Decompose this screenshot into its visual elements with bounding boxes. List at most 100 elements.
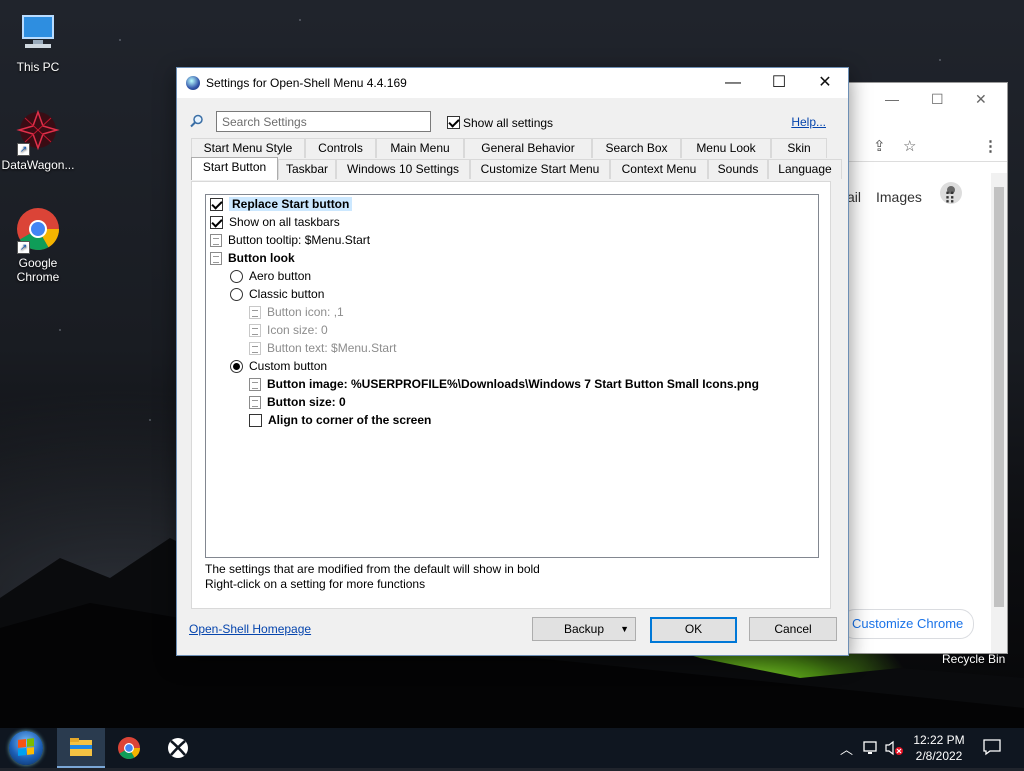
tab-menu-look[interactable]: Menu Look bbox=[681, 138, 771, 158]
tab-context-menu[interactable]: Context Menu bbox=[610, 159, 708, 179]
recycle-bin-label[interactable]: Recycle Bin bbox=[942, 652, 1005, 666]
browser-scrollbar[interactable] bbox=[991, 173, 1007, 653]
clock-time: 12:22 PM bbox=[913, 733, 965, 747]
taskbar-file-explorer[interactable] bbox=[57, 728, 105, 768]
maximize-icon[interactable]: ☐ bbox=[931, 91, 944, 108]
taskbar-xbox[interactable] bbox=[154, 728, 202, 768]
tab-controls[interactable]: Controls bbox=[305, 138, 376, 158]
maximize-button[interactable]: ☐ bbox=[756, 68, 802, 98]
checkbox-icon[interactable] bbox=[249, 414, 262, 428]
show-hidden-icons-chevron-icon[interactable]: ︿ bbox=[840, 739, 853, 758]
document-icon bbox=[210, 252, 222, 266]
chrome-window[interactable]: — ☐ ✕ ⇪ ☆ ⋮ ail Images ⠿ Customize Chrom… bbox=[841, 82, 1008, 654]
folder-icon bbox=[70, 738, 92, 756]
tab-main-menu[interactable]: Main Menu bbox=[376, 138, 464, 158]
datawagon-app-icon: ↗ bbox=[15, 108, 61, 156]
browser-toolbar: ⇪ ☆ ⋮ bbox=[847, 131, 1007, 204]
setting-show-on-all-taskbars[interactable]: Show on all taskbars bbox=[210, 213, 340, 231]
document-icon bbox=[249, 378, 261, 392]
clock-date: 2/8/2022 bbox=[915, 749, 963, 763]
minimize-icon[interactable]: — bbox=[885, 91, 899, 107]
tab-language[interactable]: Language bbox=[768, 159, 842, 179]
computer-icon bbox=[15, 10, 61, 56]
dialog-titlebar[interactable]: Settings for Open-Shell Menu 4.4.169 — ☐… bbox=[177, 68, 848, 98]
checkbox-icon[interactable] bbox=[210, 216, 223, 230]
open-shell-homepage-link[interactable]: Open-Shell Homepage bbox=[189, 622, 311, 636]
dialog-title: Settings for Open-Shell Menu 4.4.169 bbox=[206, 76, 407, 90]
desktop-icon-this-pc[interactable]: This PC bbox=[0, 10, 76, 74]
gmail-link[interactable]: ail bbox=[847, 189, 861, 205]
chrome-icon bbox=[118, 737, 140, 759]
hint-right-click: Right-click on a setting for more functi… bbox=[205, 577, 426, 591]
show-all-settings-checkbox[interactable]: Show all settings bbox=[447, 115, 553, 130]
minimize-button[interactable]: — bbox=[710, 68, 756, 98]
search-settings-input[interactable] bbox=[216, 111, 431, 132]
setting-button-text: Button text: $Menu.Start bbox=[249, 339, 396, 357]
search-icon bbox=[190, 114, 203, 128]
images-link[interactable]: Images bbox=[876, 189, 922, 205]
document-icon bbox=[249, 324, 261, 338]
setting-icon-size: Icon size: 0 bbox=[249, 321, 328, 339]
document-icon bbox=[249, 396, 261, 410]
setting-button-image[interactable]: Button image: %USERPROFILE%\Downloads\Wi… bbox=[249, 375, 759, 393]
tab-sounds[interactable]: Sounds bbox=[708, 159, 768, 179]
taskbar: ︿ 12:22 PM 2/8/2022 bbox=[0, 728, 1024, 768]
document-icon bbox=[249, 306, 261, 320]
checkbox-icon[interactable] bbox=[210, 198, 223, 212]
setting-button-size[interactable]: Button size: 0 bbox=[249, 393, 346, 411]
tab-taskbar[interactable]: Taskbar bbox=[278, 159, 336, 179]
taskbar-chrome[interactable] bbox=[105, 728, 153, 768]
ok-button[interactable]: OK bbox=[650, 617, 737, 643]
desktop-icon-datawagon[interactable]: ↗ DataWagon... bbox=[0, 108, 76, 172]
setting-button-tooltip[interactable]: Button tooltip: $Menu.Start bbox=[210, 231, 370, 249]
settings-tabs: Start Menu Style Controls Main Menu Gene… bbox=[191, 138, 842, 182]
volume-muted-icon[interactable] bbox=[884, 740, 904, 759]
checkbox-icon[interactable] bbox=[447, 116, 460, 130]
tab-start-button[interactable]: Start Button bbox=[191, 157, 278, 180]
settings-tree[interactable]: Replace Start button Show on all taskbar… bbox=[205, 194, 819, 558]
windows-logo-icon bbox=[18, 738, 34, 756]
desktop-icon-label: Google Chrome bbox=[16, 256, 60, 284]
cancel-button[interactable]: Cancel bbox=[749, 617, 837, 641]
setting-align-corner[interactable]: Align to corner of the screen bbox=[249, 411, 431, 429]
scrollbar-thumb[interactable] bbox=[994, 187, 1004, 607]
radio-icon[interactable] bbox=[230, 288, 243, 302]
option-aero-button[interactable]: Aero button bbox=[230, 267, 311, 285]
document-icon bbox=[210, 234, 222, 248]
option-custom-button[interactable]: Custom button bbox=[230, 357, 327, 375]
tab-general-behavior[interactable]: General Behavior bbox=[464, 138, 592, 158]
customize-chrome-button[interactable]: Customize Chrome bbox=[841, 609, 975, 639]
desktop-icon-label: This PC bbox=[16, 60, 60, 74]
desktop-icon-label: DataWagon... bbox=[1, 158, 75, 172]
chrome-icon: ↗ bbox=[15, 206, 61, 254]
document-icon bbox=[249, 342, 261, 356]
tab-windows-10-settings[interactable]: Windows 10 Settings bbox=[336, 159, 470, 179]
hint-bold-settings: The settings that are modified from the … bbox=[205, 562, 540, 576]
setting-replace-start-button[interactable]: Replace Start button bbox=[210, 195, 353, 213]
start-button-panel: Replace Start button Show on all taskbar… bbox=[191, 181, 831, 609]
more-menu-icon[interactable]: ⋮ bbox=[983, 137, 998, 155]
bookmark-star-icon[interactable]: ☆ bbox=[903, 137, 916, 155]
backup-button[interactable]: Backup ▼ bbox=[532, 617, 636, 641]
shortcut-arrow-icon: ↗ bbox=[17, 143, 30, 156]
setting-button-look[interactable]: Button look bbox=[210, 249, 295, 267]
system-clock[interactable]: 12:22 PM 2/8/2022 bbox=[904, 732, 974, 764]
share-icon[interactable]: ⇪ bbox=[873, 137, 886, 155]
option-classic-button[interactable]: Classic button bbox=[230, 285, 324, 303]
tab-search-box[interactable]: Search Box bbox=[592, 138, 681, 158]
notifications-icon[interactable] bbox=[982, 738, 1002, 759]
desktop-icon-google-chrome[interactable]: ↗ Google Chrome bbox=[0, 206, 76, 284]
apps-grid-icon[interactable]: ⠿ bbox=[944, 189, 956, 209]
shortcut-arrow-icon: ↗ bbox=[17, 241, 30, 254]
radio-icon[interactable] bbox=[230, 270, 243, 284]
help-link[interactable]: Help... bbox=[791, 115, 826, 129]
tab-skin[interactable]: Skin bbox=[771, 138, 827, 158]
network-icon[interactable] bbox=[862, 740, 880, 759]
tab-customize-start-menu[interactable]: Customize Start Menu bbox=[470, 159, 610, 179]
xbox-icon bbox=[168, 738, 188, 758]
close-button[interactable]: ✕ bbox=[802, 68, 848, 98]
start-button[interactable] bbox=[6, 729, 46, 767]
radio-icon[interactable] bbox=[230, 360, 243, 374]
tab-start-menu-style[interactable]: Start Menu Style bbox=[191, 138, 305, 158]
close-icon[interactable]: ✕ bbox=[975, 91, 987, 108]
